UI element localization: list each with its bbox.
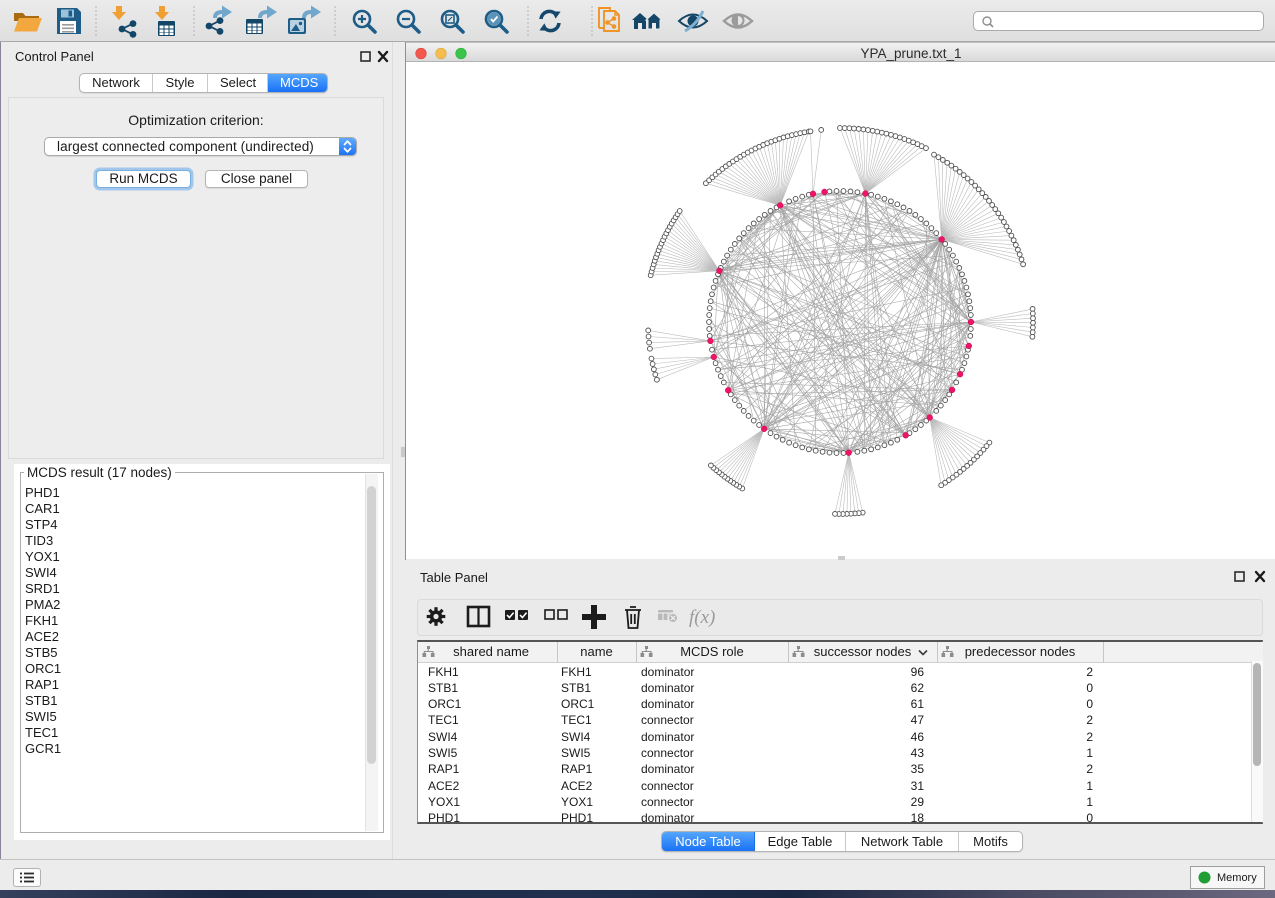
- svg-text:f(x): f(x): [689, 607, 715, 628]
